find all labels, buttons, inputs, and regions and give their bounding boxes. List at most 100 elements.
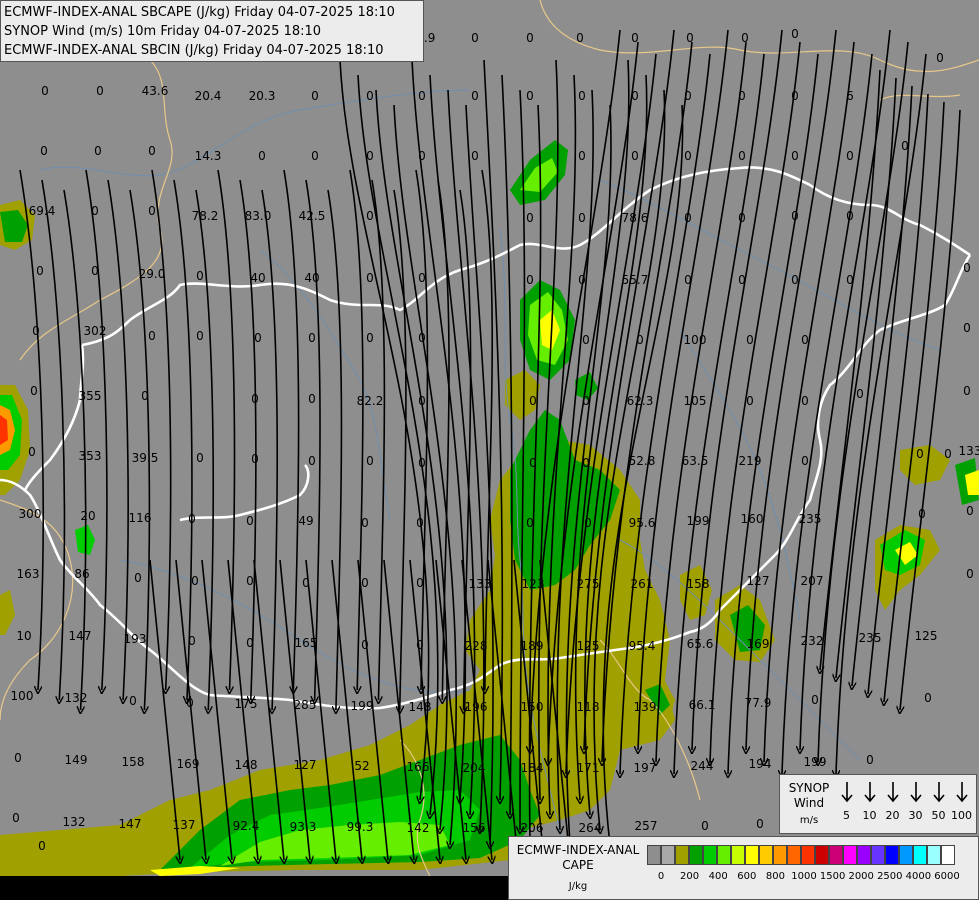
cin-value: 0 (924, 691, 932, 705)
wind-legend-entry: 30 (904, 781, 927, 822)
cin-value: 0 (811, 693, 819, 707)
cin-value: 0 (188, 512, 196, 526)
cin-value: 0 (738, 273, 746, 287)
cin-value: 0 (746, 333, 754, 347)
cin-value: 0 (738, 211, 746, 225)
cin-value: 0 (918, 507, 926, 521)
cape-legend-ticks: 0 200 400 600 800 1000 1500 2000 2500 4000 6000 (647, 871, 977, 887)
cin-value: 77.9 (745, 696, 772, 710)
cin-value: 0 (416, 576, 424, 590)
cin-value: 99.3 (347, 820, 374, 834)
cape-color-swatch (927, 845, 941, 865)
cin-value: 6 (846, 89, 854, 103)
arrow-down-icon (863, 782, 876, 803)
cin-value: 0 (258, 149, 266, 163)
cin-value: 0 (936, 51, 944, 65)
wind-legend-speed: 20 (885, 809, 900, 822)
cin-value: 158 (687, 577, 710, 591)
cin-value: 257 (635, 819, 658, 833)
cape-color-swatch (829, 845, 843, 865)
cin-value: 0 (91, 264, 99, 278)
cin-value: 43.6 (142, 84, 169, 98)
cin-value: 0 (582, 394, 590, 408)
cin-value: 125 (915, 629, 938, 643)
cin-value: 0 (366, 454, 374, 468)
cin-value: 0 (584, 516, 592, 530)
cin-value: 196 (465, 700, 488, 714)
cin-value: 0 (366, 89, 374, 103)
cin-value: 125 (577, 639, 600, 653)
cin-value: 0 (963, 321, 971, 335)
cin-value: 0 (578, 273, 586, 287)
cin-value: 20 (80, 509, 95, 523)
arrow-down-icon (840, 782, 853, 803)
cin-value: 0 (366, 271, 374, 285)
cin-value: 0 (791, 27, 799, 41)
cin-value: 132 (63, 815, 86, 829)
cin-value: 0 (302, 576, 310, 590)
cape-color-swatch (801, 845, 815, 865)
title-wind: SYNOP Wind (m/s) 10m Friday 04-07-2025 1… (4, 24, 322, 39)
title-cape: ECMWF-INDEX-ANAL SBCAPE (J/kg) Friday 04… (4, 5, 395, 20)
cin-value: 0 (96, 84, 104, 98)
wind-legend-speed: 100 (951, 809, 972, 822)
cin-value: 127 (747, 574, 770, 588)
cin-value: 0 (846, 209, 854, 223)
cin-value: 69.4 (29, 204, 56, 218)
cin-value: 0 (148, 204, 156, 218)
cin-value: 0 (196, 269, 204, 283)
cin-value: 0 (418, 89, 426, 103)
cape-color-swatch (759, 845, 773, 865)
cin-value: 116 (129, 511, 152, 525)
cin-value: 0 (684, 211, 692, 225)
cin-value: 0 (791, 273, 799, 287)
cin-value: 83.0 (245, 209, 272, 223)
cin-value: 0 (311, 149, 319, 163)
cin-value: 228 (465, 639, 488, 653)
cin-value: 49 (298, 514, 313, 528)
wind-legend-entry: 20 (881, 781, 904, 822)
cin-value: 0 (866, 753, 874, 767)
wind-legend-speed: 50 (931, 809, 946, 822)
cin-value: 261 (631, 577, 654, 591)
cin-value: 199 (804, 755, 827, 769)
arrow-down-icon (886, 782, 899, 803)
cin-value: 204 (463, 761, 486, 775)
cape-legend-units: J/kg (568, 881, 588, 892)
cin-value: 95.6 (629, 516, 656, 530)
cin-value: 0 (246, 514, 254, 528)
cin-value: 0 (686, 31, 694, 45)
cin-value: 0 (791, 89, 799, 103)
cin-value: 235 (859, 631, 882, 645)
cin-value: 133 (959, 444, 979, 458)
cin-value: 199 (351, 699, 374, 713)
cin-value: 0 (966, 504, 974, 518)
cin-value: 0 (416, 638, 424, 652)
cin-value: 0 (963, 384, 971, 398)
cin-value: 40 (304, 271, 319, 285)
cin-value: 0 (41, 84, 49, 98)
cin-value: 285 (294, 698, 317, 712)
cin-value: 0 (418, 149, 426, 163)
cin-value: 169 (747, 637, 770, 651)
cin-value: 194 (749, 757, 772, 771)
arrow-down-icon (932, 782, 945, 803)
cin-value: 0 (966, 567, 974, 581)
cin-value: 118 (577, 700, 600, 714)
cin-value: 127 (294, 758, 317, 772)
cin-value: 0 (944, 447, 952, 461)
cape-color-swatch (773, 845, 787, 865)
cin-value: 40 (250, 271, 265, 285)
cin-value: 355 (79, 389, 102, 403)
cin-value: 300 (19, 507, 42, 521)
cin-value: 0 (32, 324, 40, 338)
cape-legend-tick: 800 (765, 871, 785, 882)
cin-value: 0 (246, 636, 254, 650)
cin-value: 52 (354, 759, 369, 773)
cin-value: 235 (799, 512, 822, 526)
cin-value: 147 (69, 629, 92, 643)
cin-value: 0 (418, 331, 426, 345)
wind-legend-header: SYNOP Wind (788, 781, 830, 810)
cape-color-swatch (857, 845, 871, 865)
wind-legend-speed: 10 (862, 809, 877, 822)
